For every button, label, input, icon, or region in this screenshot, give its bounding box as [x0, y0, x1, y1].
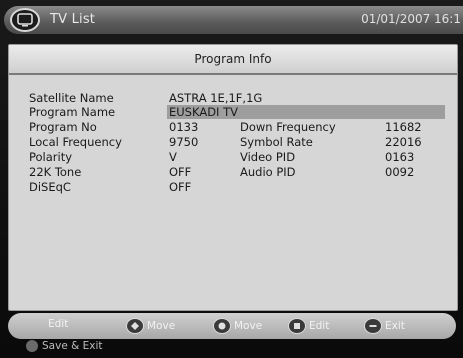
- info-row-local-frequency: Local Frequency 9750 Symbol Rate 22016: [9, 135, 457, 149]
- info-row-polarity: Polarity V Video PID 0163: [9, 150, 457, 164]
- exit-hint[interactable]: Exit: [364, 318, 405, 334]
- screen: TV List 01/01/2007 16:1 Program Info Sat…: [0, 0, 463, 358]
- move-button-icon: [126, 318, 144, 334]
- info-row-satellite-name: Satellite Name ASTRA 1E,1F,1G: [9, 91, 457, 105]
- info-value: ASTRA 1E,1F,1G: [169, 91, 263, 105]
- info-row-program-no: Program No 0133 Down Frequency 11682: [9, 120, 457, 134]
- info-label: Satellite Name: [29, 91, 114, 105]
- save-exit-hint[interactable]: Save & Exit: [26, 340, 103, 356]
- info-label-right: Down Frequency: [240, 120, 336, 134]
- info-label-right: Audio PID: [240, 165, 296, 179]
- tv-icon: [10, 8, 40, 32]
- edit-hint-label: Edit: [48, 318, 69, 330]
- move-hint-1[interactable]: Move: [126, 318, 175, 334]
- move-hint-label: Move: [234, 320, 263, 332]
- info-label: Program Name: [29, 105, 116, 119]
- save-exit-label: Save & Exit: [42, 340, 103, 352]
- title-bar: TV List 01/01/2007 16:1: [4, 6, 463, 34]
- exit-hint-label: Exit: [385, 320, 405, 332]
- info-value: 9750: [169, 135, 199, 149]
- edit-hint-label: Edit: [309, 320, 330, 332]
- info-value: OFF: [169, 180, 192, 194]
- info-label: Local Frequency: [29, 135, 122, 149]
- key-hint-bar: Edit Move Move Edit Exit: [8, 313, 456, 339]
- panel-header: Program Info: [9, 45, 457, 75]
- info-label: Polarity: [29, 150, 73, 164]
- info-row-program-name[interactable]: Program Name EUSKADI TV: [9, 105, 457, 119]
- panel-title: Program Info: [194, 52, 272, 66]
- info-value-right: 0092: [385, 165, 415, 179]
- ok-button-icon: [288, 318, 306, 334]
- info-row-22k-tone: 22K Tone OFF Audio PID 0092: [9, 165, 457, 179]
- edit-hint-2[interactable]: Edit: [288, 318, 329, 334]
- edit-hint[interactable]: Edit: [48, 318, 68, 334]
- info-label-right: Video PID: [240, 150, 296, 164]
- info-value-right: 22016: [385, 135, 422, 149]
- info-value: EUSKADI TV: [169, 105, 238, 119]
- info-label-right: Symbol Rate: [240, 135, 313, 149]
- info-value-right: 11682: [385, 120, 422, 134]
- info-label: Program No: [29, 120, 97, 134]
- info-value: V: [169, 150, 177, 164]
- datetime-display: 01/01/2007 16:1: [361, 12, 461, 26]
- info-value: 0133: [169, 120, 199, 134]
- info-value: OFF: [169, 165, 192, 179]
- exit-button-icon: [364, 318, 382, 334]
- move-button-icon: [213, 318, 231, 334]
- info-label: 22K Tone: [29, 165, 82, 179]
- window-title: TV List: [50, 12, 96, 27]
- red-button-icon: [26, 340, 38, 352]
- info-row-diseqc: DiSEqC OFF: [9, 180, 457, 194]
- program-info-panel: Program Info Satellite Name ASTRA 1E,1F,…: [8, 44, 458, 311]
- move-hint-label: Move: [147, 320, 176, 332]
- move-hint-2[interactable]: Move: [213, 318, 262, 334]
- info-label: DiSEqC: [29, 180, 71, 194]
- info-value-right: 0163: [385, 150, 415, 164]
